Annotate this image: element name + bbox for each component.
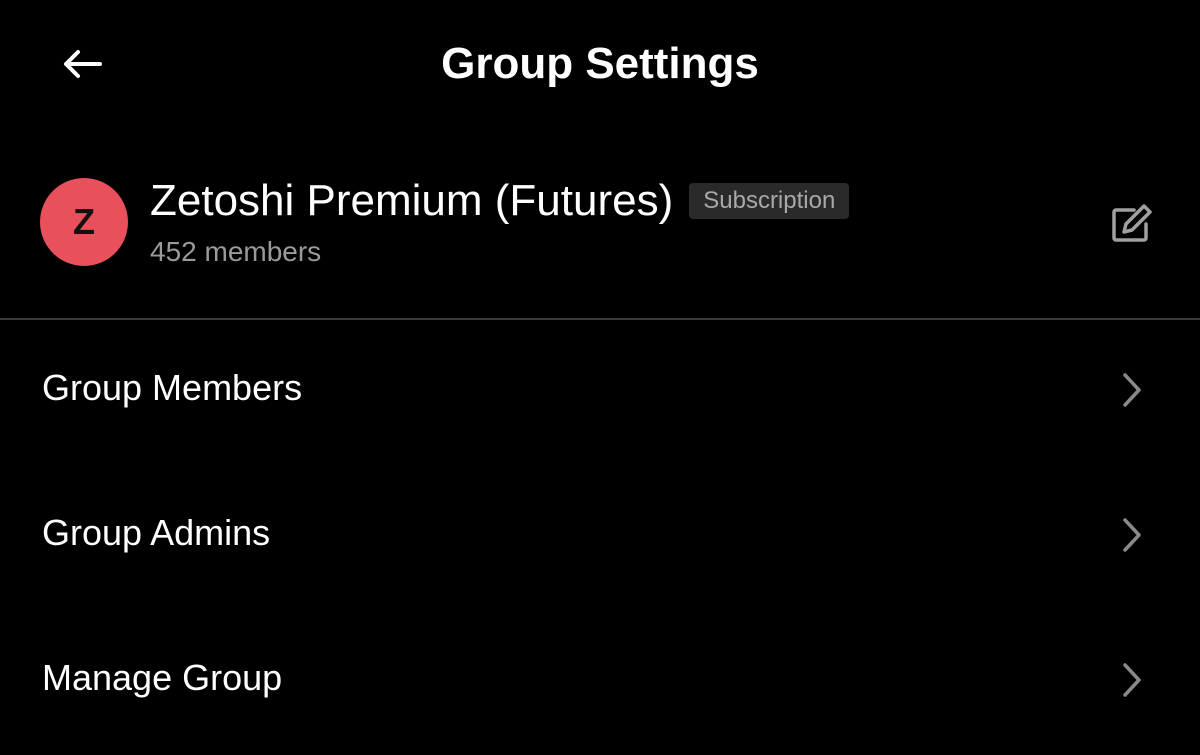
menu-item-label: Group Members: [42, 367, 303, 408]
group-name: Zetoshi Premium (Futures): [150, 176, 674, 225]
edit-icon: [1112, 204, 1152, 242]
page-title: Group Settings: [441, 39, 759, 88]
member-count: 452 members: [150, 236, 322, 267]
menu-item-manage-group[interactable]: Manage Group: [0, 610, 1200, 755]
settings-menu: Group Members Group Admins Manage Group: [0, 320, 1200, 755]
group-name-row: Zetoshi Premium (Futures) Subscription: [150, 176, 850, 226]
menu-item-label: Group Admins: [42, 512, 271, 553]
chevron-right-icon: [1123, 518, 1141, 552]
menu-item-group-admins[interactable]: Group Admins: [0, 465, 1200, 610]
chevron-right-icon: [1123, 373, 1141, 407]
menu-item-group-members[interactable]: Group Members: [0, 320, 1200, 465]
subscription-badge: Subscription: [689, 183, 850, 219]
header: Group Settings: [0, 0, 1200, 130]
group-info: Z Zetoshi Premium (Futures) Subscription…: [0, 160, 1200, 290]
back-button[interactable]: [52, 38, 112, 90]
chevron-right-icon: [1123, 663, 1141, 697]
arrow-left-icon: [64, 50, 102, 78]
avatar: Z: [40, 178, 128, 266]
menu-item-label: Manage Group: [42, 657, 283, 698]
edit-button[interactable]: [1106, 198, 1158, 250]
